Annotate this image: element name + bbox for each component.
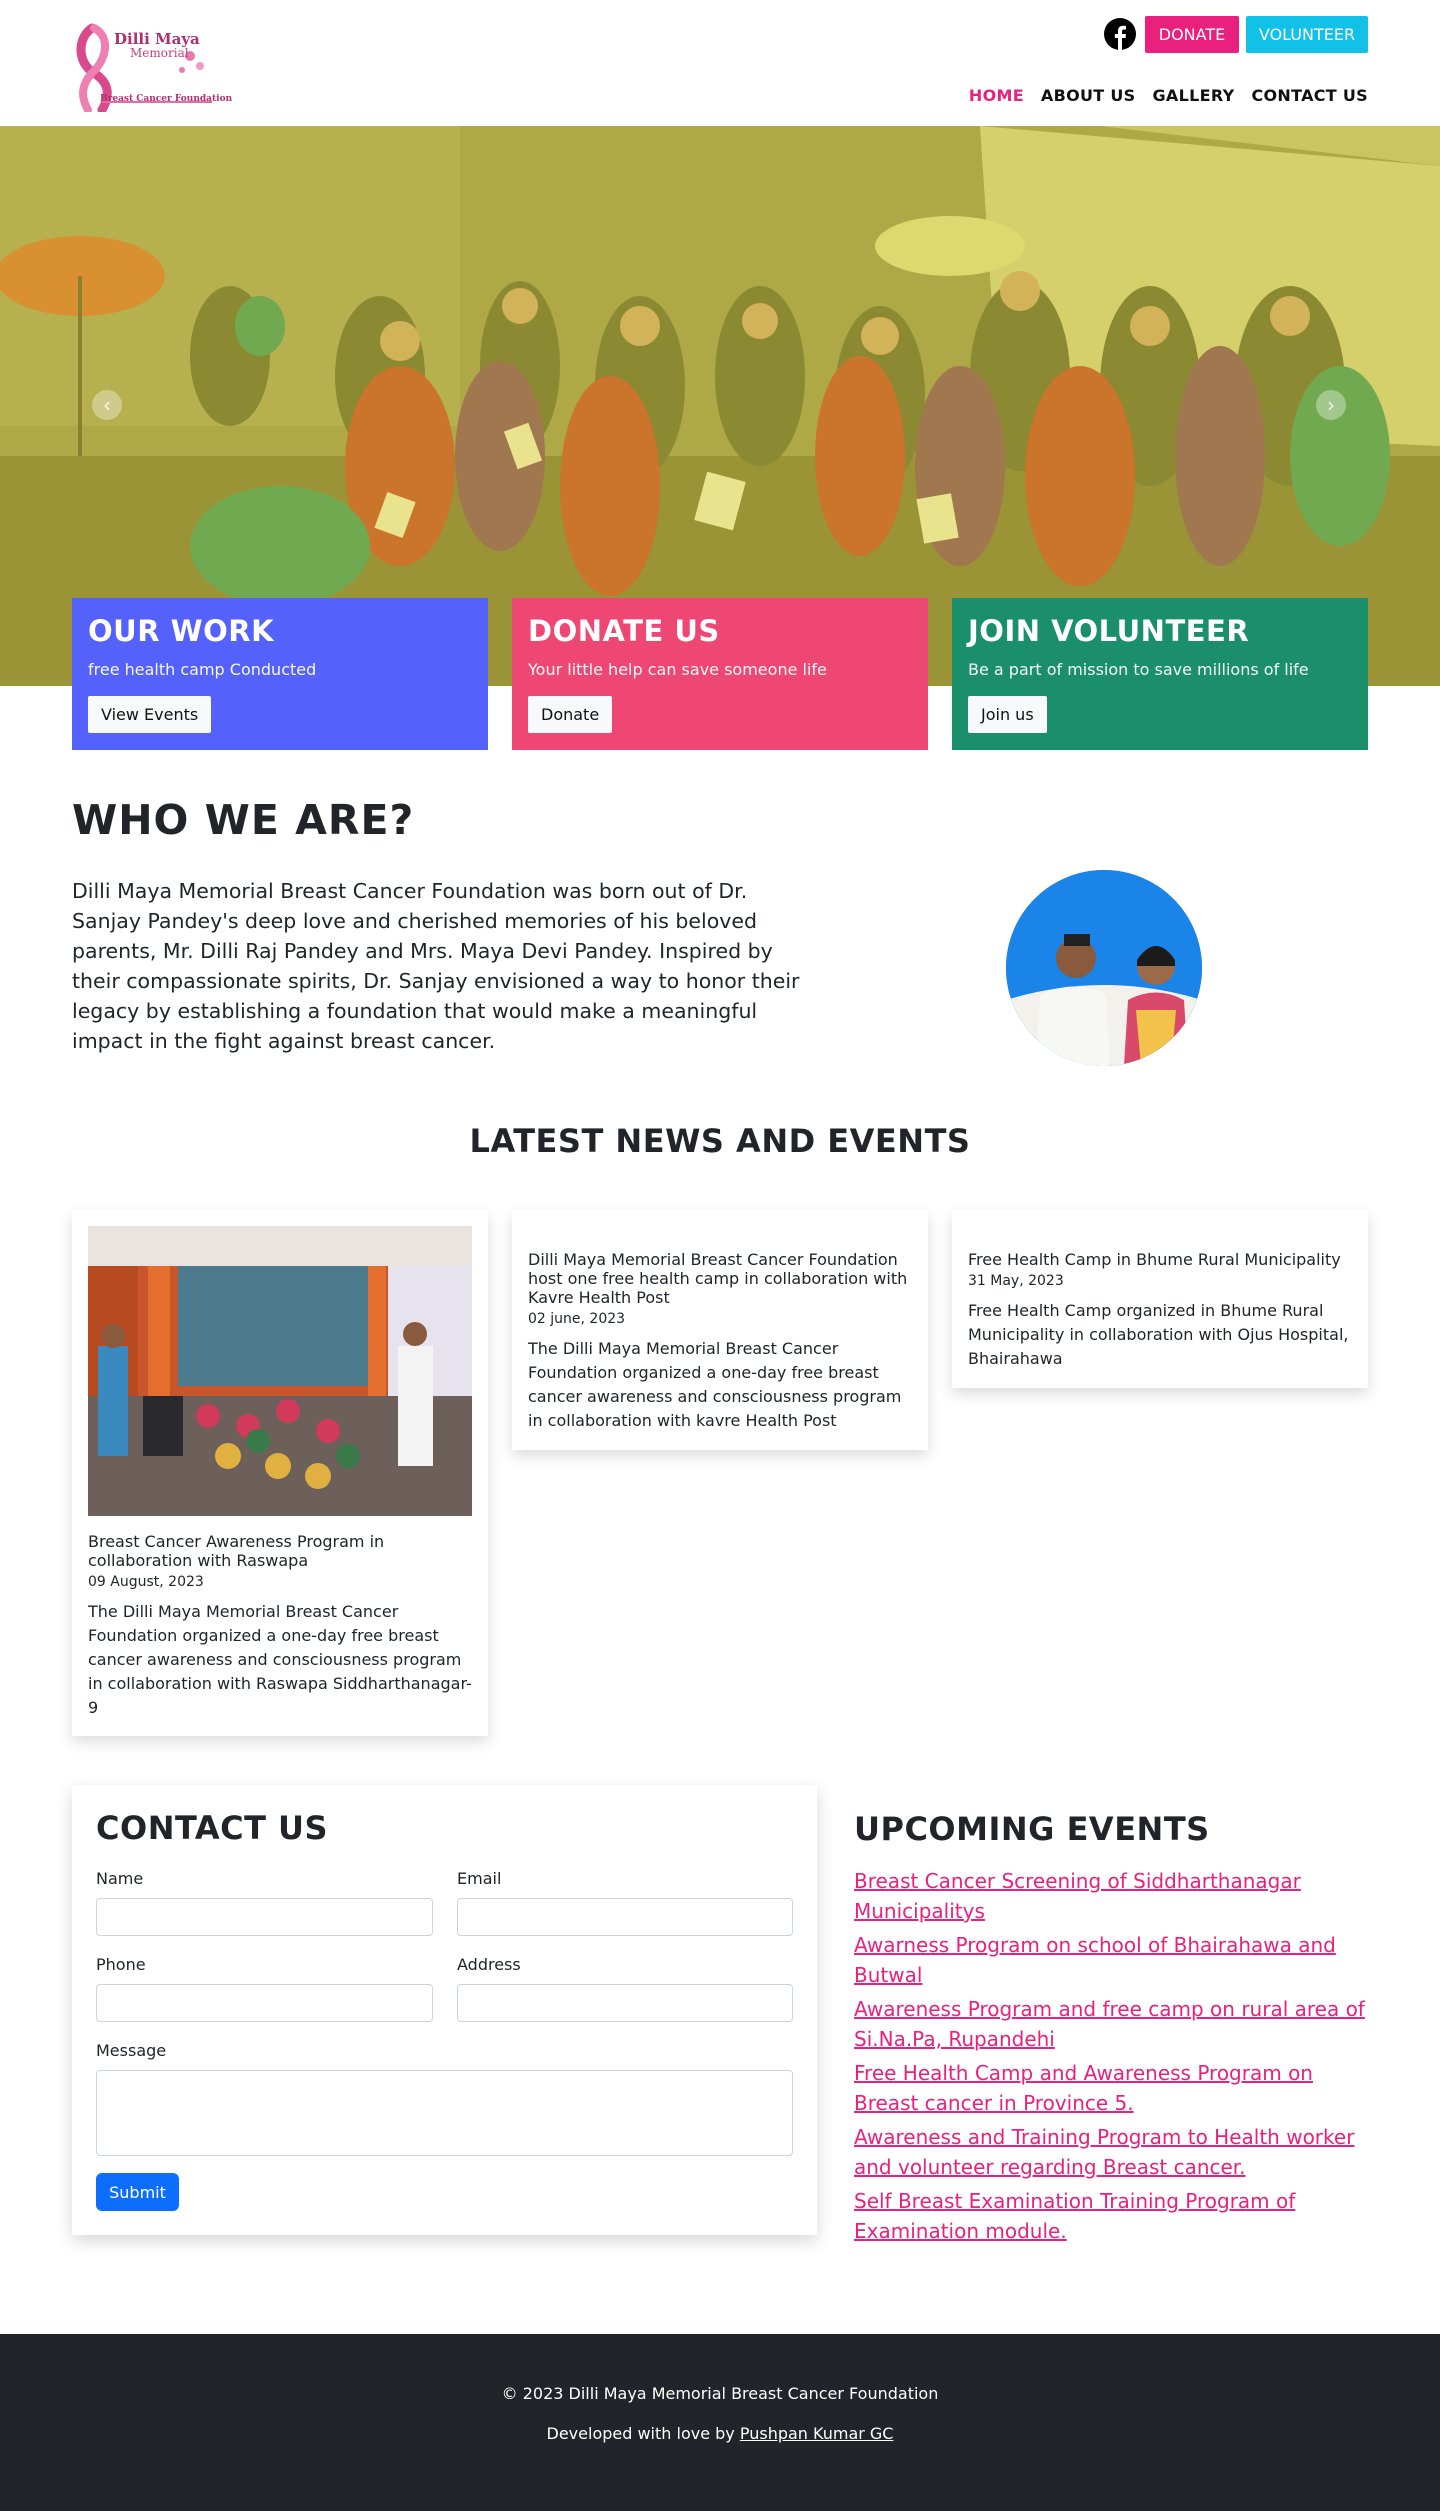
nav-contact-us[interactable]: CONTACT US [1251, 86, 1368, 105]
founders-portrait [1006, 870, 1202, 1066]
events-heading: UPCOMING EVENTS [854, 1810, 1210, 1848]
logo-tagline: Breast Cancer Foundation [100, 94, 233, 104]
developer-credit: Developed with love by Pushpan Kumar GC [0, 2424, 1440, 2443]
list-item: Breast Cancer Screening of Siddharthanag… [854, 1866, 1374, 1926]
join-volunteer-text: Be a part of mission to save millions of… [968, 660, 1309, 679]
address-field[interactable] [457, 1984, 793, 2022]
email-field[interactable] [457, 1898, 793, 1936]
donate-card-button[interactable]: Donate [528, 696, 613, 733]
developer-link[interactable]: Pushpan Kumar GC [740, 2424, 894, 2443]
news-title[interactable]: Dilli Maya Memorial Breast Cancer Founda… [528, 1250, 912, 1307]
join-volunteer-card: JOIN VOLUNTEER Be a part of mission to s… [952, 598, 1368, 750]
news-body: Free Health Camp organized in Bhume Rura… [968, 1301, 1349, 1368]
news-date: 09 August, 2023 [88, 1574, 204, 1590]
event-link[interactable]: Awareness and Training Program to Health… [854, 2125, 1354, 2179]
who-we-are-text: Dilli Maya Memorial Breast Cancer Founda… [72, 879, 800, 1053]
main-nav: HOME ABOUT US GALLERY CONTACT US [952, 86, 1368, 105]
facebook-icon[interactable] [1104, 18, 1136, 50]
news-heading: LATEST NEWS AND EVENTS [469, 1122, 971, 1160]
news-card[interactable]: Breast Cancer Awareness Program in colla… [72, 1210, 488, 1736]
submit-button[interactable]: Submit [96, 2173, 179, 2211]
site-header: Dilli Maya Memorial Breast Cancer Founda… [0, 0, 1440, 126]
event-link[interactable]: Free Health Camp and Awareness Program o… [854, 2061, 1313, 2115]
news-photo [88, 1226, 472, 1516]
donate-button[interactable]: DONATE [1145, 16, 1239, 53]
news-title[interactable]: Free Health Camp in Bhume Rural Municipa… [968, 1250, 1352, 1269]
our-work-card: OUR WORK free health camp Conducted View… [72, 598, 488, 750]
list-item: Free Health Camp and Awareness Program o… [854, 2058, 1374, 2118]
phone-label: Phone [96, 1955, 146, 1974]
our-work-text: free health camp Conducted [88, 660, 317, 679]
nav-about-us[interactable]: ABOUT US [1041, 86, 1136, 105]
carousel-prev-icon[interactable]: ‹ [92, 390, 122, 420]
event-link[interactable]: Self Breast Examination Training Program… [854, 2189, 1295, 2243]
event-link[interactable]: Breast Cancer Screening of Siddharthanag… [854, 1869, 1301, 1923]
our-work-title: OUR WORK [88, 614, 275, 648]
news-card[interactable]: Dilli Maya Memorial Breast Cancer Founda… [512, 1210, 928, 1450]
who-we-are-heading: WHO WE ARE? [72, 796, 415, 844]
list-item: Awareness Program and free camp on rural… [854, 1994, 1374, 2054]
address-label: Address [457, 1955, 521, 1974]
logo-subtitle: Memorial [130, 46, 189, 60]
developer-prefix: Developed with love by [546, 2424, 740, 2443]
donate-us-text: Your little help can save someone life [528, 660, 827, 679]
list-item: Awarness Program on school of Bhairahawa… [854, 1930, 1374, 1990]
copyright-text: © 2023 Dilli Maya Memorial Breast Cancer… [501, 2384, 939, 2403]
list-item: Self Breast Examination Training Program… [854, 2186, 1374, 2246]
donate-us-title: DONATE US [528, 614, 720, 648]
nav-home[interactable]: HOME [969, 86, 1024, 105]
name-label: Name [96, 1869, 144, 1888]
join-volunteer-title: JOIN VOLUNTEER [968, 614, 1250, 648]
event-link[interactable]: Awarness Program on school of Bhairahawa… [854, 1933, 1336, 1987]
nav-gallery[interactable]: GALLERY [1153, 86, 1235, 105]
join-us-button[interactable]: Join us [968, 696, 1047, 733]
list-item: Awareness and Training Program to Health… [854, 2122, 1374, 2182]
news-card[interactable]: Free Health Camp in Bhume Rural Municipa… [952, 1210, 1368, 1388]
email-label: Email [457, 1869, 502, 1888]
carousel-next-icon[interactable]: › [1316, 390, 1346, 420]
news-body: The Dilli Maya Memorial Breast Cancer Fo… [88, 1602, 472, 1717]
message-label: Message [96, 2041, 167, 2060]
donate-us-card: DONATE US Your little help can save some… [512, 598, 928, 750]
news-date: 31 May, 2023 [968, 1273, 1064, 1289]
news-date: 02 june, 2023 [528, 1311, 626, 1327]
events-list: Breast Cancer Screening of Siddharthanag… [854, 1866, 1374, 2246]
name-field[interactable] [96, 1898, 433, 1936]
news-title[interactable]: Breast Cancer Awareness Program in colla… [88, 1532, 472, 1570]
phone-field[interactable] [96, 1984, 433, 2022]
view-events-button[interactable]: View Events [88, 696, 212, 733]
contact-form: CONTACT US Name Email Phone Address Mess… [72, 1785, 817, 2235]
site-footer: © 2023 Dilli Maya Memorial Breast Cancer… [0, 2334, 1440, 2511]
news-body: The Dilli Maya Memorial Breast Cancer Fo… [528, 1339, 902, 1430]
upcoming-events: UPCOMING EVENTS Breast Cancer Screening … [854, 1810, 1374, 2250]
event-link[interactable]: Awareness Program and free camp on rural… [854, 1997, 1365, 2051]
message-textarea[interactable] [96, 2070, 793, 2156]
volunteer-button[interactable]: VOLUNTEER [1246, 16, 1368, 53]
contact-heading: CONTACT US [96, 1809, 329, 1847]
foundation-logo[interactable]: Dilli Maya Memorial Breast Cancer Founda… [72, 18, 232, 115]
